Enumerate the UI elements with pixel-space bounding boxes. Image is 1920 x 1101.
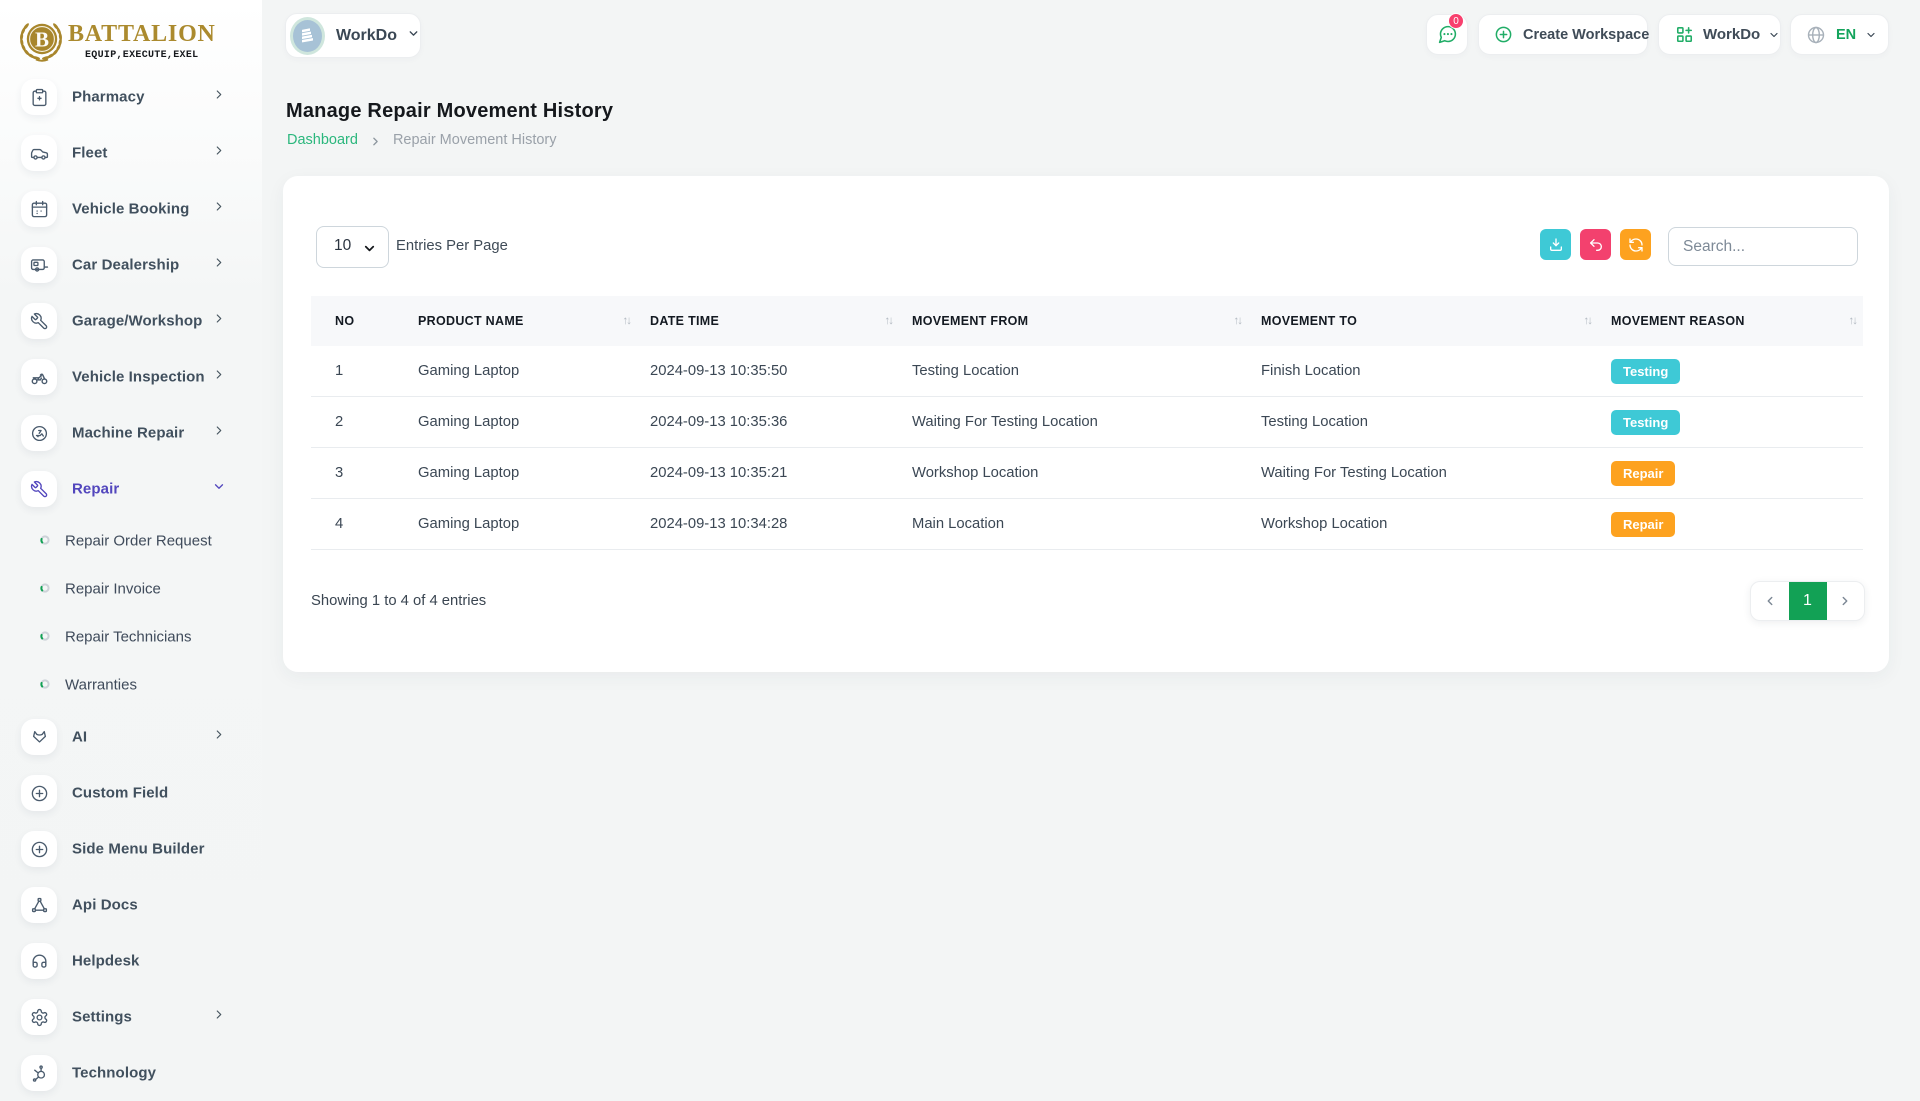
svg-text:B: B <box>35 28 49 52</box>
